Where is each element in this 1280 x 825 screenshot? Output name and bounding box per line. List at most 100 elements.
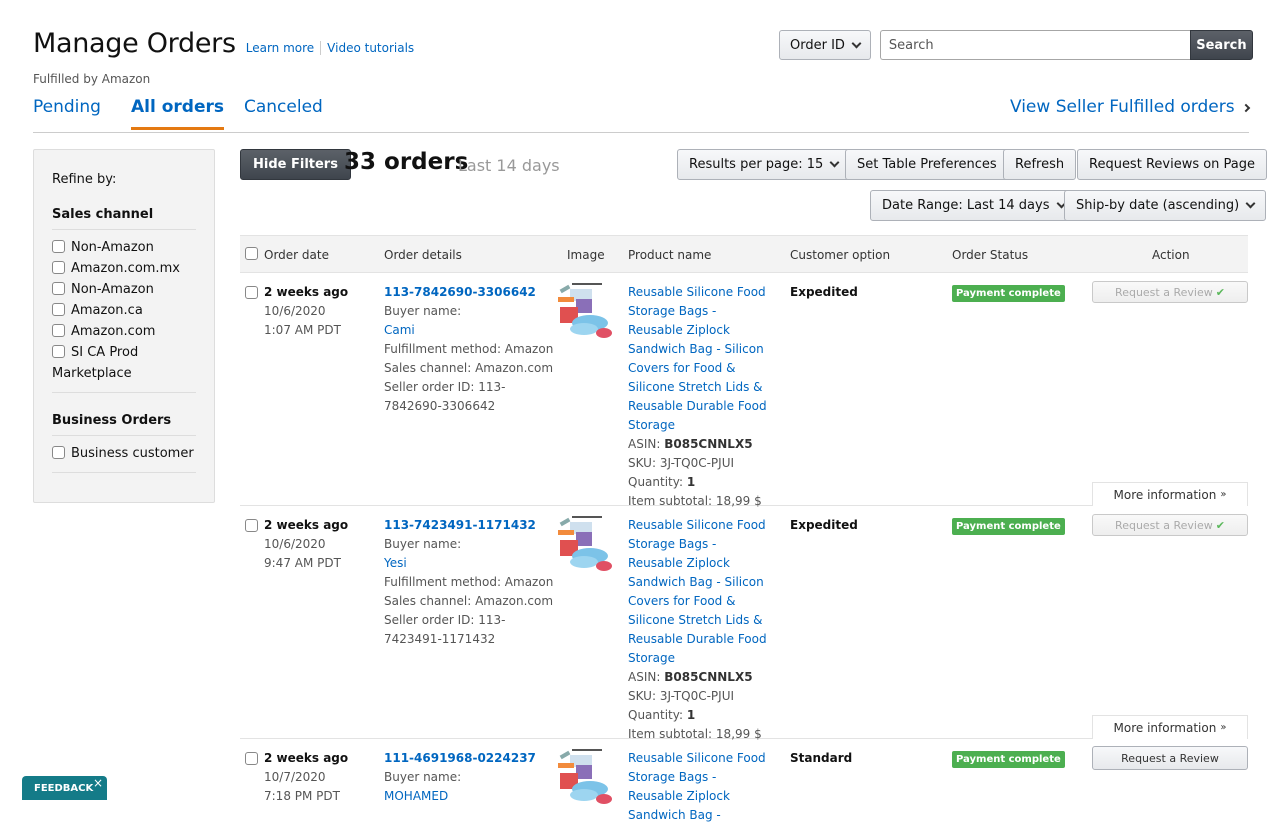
sku-label: SKU: xyxy=(628,456,656,470)
column-header: Order date xyxy=(264,248,329,262)
filter-option[interactable]: Non-Amazon xyxy=(52,237,196,258)
filter-option[interactable]: Business customer xyxy=(52,443,196,464)
hide-filters-button[interactable]: Hide Filters xyxy=(240,149,351,180)
checkbox[interactable] xyxy=(52,282,65,295)
product-cell: Reusable Silicone Food Storage Bags - Re… xyxy=(628,516,773,744)
select-all-checkbox[interactable] xyxy=(245,247,258,260)
seller-order-id-cont: 7423491-1171432 xyxy=(384,632,496,646)
more-information-button[interactable]: More information» xyxy=(1092,715,1248,739)
order-status-cell: Payment complete xyxy=(952,283,1065,302)
search-field-label: Order ID xyxy=(790,37,845,53)
buyer-name-label: Buyer name: xyxy=(384,770,462,784)
checkbox[interactable] xyxy=(52,240,65,253)
order-age: 2 weeks ago xyxy=(264,285,349,299)
buyer-name-link[interactable]: MOHAMED xyxy=(384,789,448,803)
filter-option-label: Amazon.com.mx xyxy=(71,261,180,276)
order-tabs: Pending All orders Canceled View Seller … xyxy=(33,95,1251,133)
asin-value: B085CNNLX5 xyxy=(664,670,753,684)
sort-label: Ship-by date (ascending) xyxy=(1076,198,1240,213)
view-seller-label: View Seller Fulfilled orders xyxy=(1009,97,1235,117)
order-date: 10/6/2020 xyxy=(264,537,326,551)
buyer-name-label: Buyer name: xyxy=(384,304,462,318)
order-date-cell: 2 weeks ago 10/7/2020 7:18 PM PDT xyxy=(264,749,348,806)
status-badge: Payment complete xyxy=(952,751,1065,768)
more-info-label: More information xyxy=(1113,487,1217,502)
filter-option-label: Non-Amazon xyxy=(71,282,154,297)
more-info-label: More information xyxy=(1113,720,1217,735)
row-checkbox[interactable] xyxy=(245,286,258,299)
quantity: Quantity: 1 xyxy=(628,706,773,725)
quantity-label: Quantity: xyxy=(628,708,684,722)
asin: ASIN: B085CNNLX5 xyxy=(628,668,773,687)
product-name-link[interactable]: Reusable Silicone Food Storage Bags - Re… xyxy=(628,283,773,435)
checkbox[interactable] xyxy=(52,261,65,274)
more-information-button[interactable]: More information» xyxy=(1092,482,1248,506)
feedback-button[interactable]: FEEDBACK × xyxy=(22,776,107,800)
column-header: Order Status xyxy=(952,248,1029,262)
learn-more-link[interactable]: Learn more xyxy=(246,41,314,55)
filter-option[interactable]: SI CA Prod Marketplace xyxy=(52,342,162,384)
product-thumbnail[interactable] xyxy=(556,281,612,339)
checkbox[interactable] xyxy=(52,324,65,337)
quantity-label: Quantity: xyxy=(628,475,684,489)
filter-option[interactable]: Amazon.ca xyxy=(52,300,196,321)
column-header: Action xyxy=(1152,248,1190,262)
order-id-link[interactable]: 113-7842690-3306642 xyxy=(384,285,536,299)
order-time: 1:07 AM PDT xyxy=(264,323,341,337)
filter-option[interactable]: Amazon.com.mx xyxy=(52,258,196,279)
filter-option-label: Amazon.com xyxy=(71,324,156,339)
order-time: 7:18 PM PDT xyxy=(264,789,340,803)
column-header: Order details xyxy=(384,248,462,262)
order-date-cell: 2 weeks ago 10/6/2020 1:07 AM PDT xyxy=(264,283,348,340)
order-date: 10/6/2020 xyxy=(264,304,326,318)
search-button[interactable]: Search xyxy=(1189,30,1253,60)
page-subtitle: Fulfilled by Amazon xyxy=(33,72,151,86)
request-review-button[interactable]: Request a Review xyxy=(1092,746,1248,770)
sort-select[interactable]: Ship-by date (ascending) xyxy=(1064,190,1267,221)
view-seller-fulfilled-link[interactable]: View Seller Fulfilled orders xyxy=(1009,97,1251,117)
tab-pending[interactable]: Pending xyxy=(33,97,101,127)
set-table-preferences-button[interactable]: Set Table Preferences xyxy=(845,149,1009,180)
order-id-link[interactable]: 113-7423491-1171432 xyxy=(384,518,536,532)
tab-all-orders[interactable]: All orders xyxy=(131,97,224,130)
fulfillment-method: Fulfillment method: Amazon xyxy=(384,575,554,589)
sku-value: 3J-TQ0C-PJUI xyxy=(659,456,735,470)
order-details-cell: 111-4691968-0224237 Buyer name: MOHAMED xyxy=(384,749,536,806)
close-icon[interactable]: × xyxy=(93,776,103,790)
sku-value: 3J-TQ0C-PJUI xyxy=(659,689,735,703)
filter-option[interactable]: Amazon.com xyxy=(52,321,196,342)
checkbox[interactable] xyxy=(52,303,65,316)
request-review-label: Request a Review xyxy=(1115,285,1213,299)
results-per-page-select[interactable]: Results per page: 15 xyxy=(677,149,851,180)
table-row: 2 weeks ago 10/6/2020 1:07 AM PDT 113-78… xyxy=(240,273,1248,508)
search-field-select[interactable]: Order ID xyxy=(779,30,871,60)
row-checkbox[interactable] xyxy=(245,752,258,765)
order-id-link[interactable]: 111-4691968-0224237 xyxy=(384,751,536,765)
request-reviews-on-page-button[interactable]: Request Reviews on Page xyxy=(1077,149,1268,180)
product-cell: Reusable Silicone Food Storage Bags - Re… xyxy=(628,283,773,511)
request-review-button[interactable]: Request a Review ✔ xyxy=(1092,514,1248,536)
buyer-name-link[interactable]: Yesi xyxy=(384,556,407,570)
date-range-label: Date Range: Last 14 days xyxy=(882,198,1050,213)
search-input[interactable] xyxy=(879,30,1190,60)
checkbox[interactable] xyxy=(52,446,65,459)
chevron-down-icon xyxy=(1245,198,1256,209)
tab-canceled[interactable]: Canceled xyxy=(244,97,323,127)
filter-option[interactable]: Non-Amazon xyxy=(52,279,196,300)
date-range-select[interactable]: Date Range: Last 14 days xyxy=(870,190,1077,221)
refresh-button[interactable]: Refresh xyxy=(1003,149,1077,180)
row-checkbox[interactable] xyxy=(245,519,258,532)
product-thumbnail[interactable] xyxy=(556,514,612,572)
seller-order-id: Seller order ID: 113- xyxy=(384,613,506,627)
sales-channel-list: Non-Amazon Amazon.com.mx Non-Amazon Amaz… xyxy=(52,230,196,393)
checkbox[interactable] xyxy=(52,345,65,358)
help-links: Learn more Video tutorials xyxy=(246,41,414,55)
buyer-name-link[interactable]: Cami xyxy=(384,323,415,337)
product-name-link[interactable]: Reusable Silicone Food Storage Bags - Re… xyxy=(628,516,773,668)
product-name-link[interactable]: Reusable Silicone Food Storage Bags - Re… xyxy=(628,749,773,825)
request-review-button[interactable]: Request a Review ✔ xyxy=(1092,281,1248,303)
product-thumbnail[interactable] xyxy=(556,747,612,805)
table-header: Order date Order details Image Product n… xyxy=(240,235,1248,273)
video-tutorials-link[interactable]: Video tutorials xyxy=(327,41,414,55)
sku: SKU: 3J-TQ0C-PJUI xyxy=(628,687,773,706)
